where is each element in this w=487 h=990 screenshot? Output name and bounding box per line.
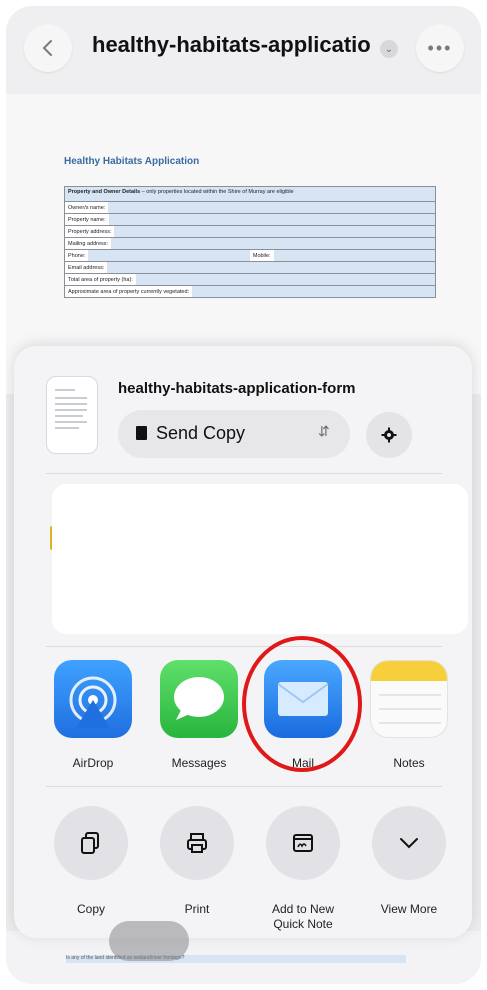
- app-airdrop[interactable]: AirDrop: [54, 660, 132, 770]
- ellipsis-icon: •••: [427, 37, 453, 58]
- form-field: [111, 238, 435, 249]
- messages-icon: [160, 660, 238, 738]
- gear-icon: [381, 427, 397, 443]
- form-field: [108, 202, 435, 213]
- send-mode-label: Send Copy: [156, 423, 246, 443]
- up-down-chevron-icon: ⇵: [318, 423, 330, 439]
- thumbnail-line: [55, 415, 83, 417]
- phone-split: Phone: Mobile:: [65, 250, 436, 261]
- section-note: – only properties located within the Shi…: [141, 189, 294, 195]
- form-label: Phone:: [65, 250, 89, 261]
- form-row: Email address:: [65, 262, 435, 274]
- document-heading: Healthy Habitats Application: [64, 156, 200, 167]
- thumbnail-line: [55, 409, 87, 411]
- form-field: [192, 286, 435, 297]
- app-label: AirDrop: [72, 756, 114, 770]
- chevron-down-icon: [400, 838, 418, 849]
- chevron-down-icon: ⌄: [384, 43, 394, 55]
- app-label: Notes: [393, 756, 425, 770]
- thumbnail-line: [55, 397, 87, 399]
- thumbnail-line: [55, 403, 87, 405]
- airdrop-icon: [54, 660, 132, 738]
- title-dropdown-button[interactable]: ⌄: [380, 40, 398, 58]
- form-row: Phone: Mobile:: [65, 250, 436, 262]
- app-label: Messages: [171, 756, 227, 770]
- quick-note-icon: [293, 834, 313, 852]
- more-button[interactable]: •••: [416, 24, 464, 72]
- form-row: Property address:: [65, 226, 435, 238]
- form-field: [88, 250, 250, 261]
- app-notes[interactable]: Notes: [370, 660, 448, 770]
- action-label: View More: [380, 902, 438, 916]
- share-sheet: healthy-habitats-application-form Send C…: [14, 346, 472, 938]
- app-messages[interactable]: Messages: [160, 660, 238, 770]
- action-view-more[interactable]: View More: [364, 806, 454, 917]
- form-row: Property name:: [65, 214, 435, 226]
- phone-screen: healthy-habitats-applicatio... ⌄ ••• Hea…: [6, 6, 481, 984]
- action-label: Print: [184, 902, 210, 916]
- send-copy-selector[interactable]: Send Copy ⇵: [118, 410, 350, 458]
- form-label: Total area of property (ha):: [65, 274, 136, 285]
- form-label: Mobile:: [249, 250, 274, 261]
- form-field: [107, 262, 435, 273]
- form-label: Owner/s name:: [65, 202, 109, 213]
- document-bottom-preview: Is any of the land identified as wetland…: [6, 931, 481, 984]
- form-row: Owner/s name:: [65, 202, 435, 214]
- print-button[interactable]: [160, 806, 234, 880]
- back-button[interactable]: [24, 24, 72, 72]
- divider: [46, 473, 442, 474]
- action-print[interactable]: Print: [152, 806, 242, 917]
- quick-note-button[interactable]: [266, 806, 340, 880]
- notes-icon: [370, 660, 448, 738]
- form-field: [114, 226, 435, 237]
- printer-icon: [187, 833, 207, 853]
- form-table: Property and Owner Details – only proper…: [64, 186, 436, 298]
- form-row: Approximate area of property currently v…: [65, 286, 435, 297]
- document-title[interactable]: healthy-habitats-applicatio...: [92, 32, 372, 66]
- section-title: Property and Owner Details: [68, 189, 141, 195]
- mail-icon: [264, 660, 342, 738]
- action-label: Copy: [76, 902, 105, 916]
- form-label: Mailing address:: [65, 238, 112, 249]
- form-label: Property address:: [65, 226, 115, 237]
- divider: [46, 646, 442, 647]
- thumbnail-line: [55, 427, 79, 429]
- options-button[interactable]: [366, 412, 412, 458]
- form-label: Property name:: [65, 214, 109, 225]
- suggestions-panel[interactable]: [52, 484, 468, 634]
- document-icon: [136, 426, 147, 440]
- form-label: Email address:: [65, 262, 108, 273]
- background-pill: [109, 921, 189, 961]
- action-quick-note[interactable]: Add to New Quick Note: [258, 806, 348, 932]
- thumbnail-line: [55, 389, 75, 391]
- action-label: Add to New Quick Note: [271, 902, 335, 931]
- divider: [46, 786, 442, 787]
- thumbnail-line: [55, 421, 87, 423]
- form-section-header: Property and Owner Details – only proper…: [65, 187, 435, 202]
- form-row: Mailing address:: [65, 238, 435, 250]
- form-field: [273, 250, 436, 261]
- form-label: Approximate area of property currently v…: [65, 286, 193, 297]
- app-mail[interactable]: Mail: [264, 660, 342, 770]
- view-more-button[interactable]: [372, 806, 446, 880]
- form-row: Total area of property (ha):: [65, 274, 435, 286]
- top-bar: healthy-habitats-applicatio... ⌄ •••: [6, 6, 481, 94]
- action-copy[interactable]: Copy: [46, 806, 136, 917]
- copy-button[interactable]: [54, 806, 128, 880]
- form-field: [135, 274, 435, 285]
- share-filename: healthy-habitats-application-form: [118, 380, 356, 397]
- chevron-left-icon: [42, 40, 52, 56]
- document-thumbnail: [46, 376, 98, 454]
- copy-icon: [81, 832, 99, 854]
- app-label: Mail: [291, 756, 314, 770]
- form-field: [108, 214, 435, 225]
